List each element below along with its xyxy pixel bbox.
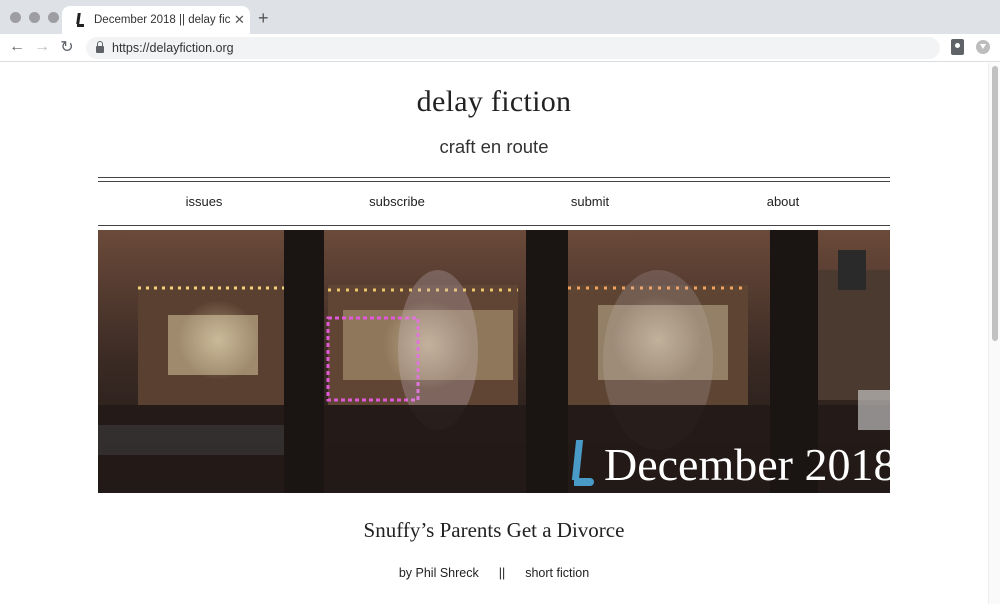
nav-submit-link[interactable]: submit [571,194,609,209]
forward-button[interactable]: → [32,37,52,57]
author-link[interactable]: by Phil Shreck [399,566,479,580]
article-title-link[interactable]: Snuffy’s Parents Get a Divorce [0,518,988,543]
nav-about-link[interactable]: about [767,194,800,209]
download-icon[interactable] [976,40,990,54]
byline-separator: || [498,566,506,580]
close-window-button[interactable] [10,12,21,23]
page-viewport: delay fiction craft en route issues subs… [0,63,1000,604]
back-button[interactable]: ← [7,37,27,57]
reload-button[interactable]: ↻ [57,37,77,57]
header-divider-top [98,177,890,178]
tab-close-icon[interactable]: ✕ [234,12,245,28]
tab-title: December 2018 || delay fiction [94,14,230,26]
site-nav: issues subscribe submit about [98,194,890,214]
maximize-window-button[interactable] [48,12,59,23]
site-tagline: craft en route [439,136,549,157]
site-title[interactable]: delay fiction [0,85,988,119]
issue-caption: December 2018 [568,430,890,490]
minimize-window-button[interactable] [29,12,40,23]
browser-tab-strip: December 2018 || delay fiction ✕ + [0,0,1000,34]
article-byline: by Phil Shreck || short fiction [0,566,988,580]
address-bar[interactable]: https://delayfiction.org [86,37,940,59]
nav-divider-bottom [98,225,890,226]
issue-title: December 2018 [604,439,890,490]
category-link[interactable]: short fiction [525,566,589,580]
delay-fiction-favicon-icon [72,12,86,28]
lock-icon [96,41,104,53]
scrollbar-thumb[interactable] [992,66,998,341]
nav-subscribe-link[interactable]: subscribe [369,194,425,209]
new-tab-button[interactable]: + [258,8,269,29]
clipboard-icon[interactable] [951,39,964,55]
url-text: https://delayfiction.org [112,41,234,55]
window-controls [10,12,59,23]
browser-tab-active[interactable]: December 2018 || delay fiction ✕ [62,6,250,34]
delay-fiction-logo-icon [568,440,594,490]
issue-cover-image[interactable]: December 2018 [98,230,890,493]
nav-issues-link[interactable]: issues [186,194,223,209]
browser-toolbar: ← → ↻ https://delayfiction.org [0,34,1000,62]
header-divider-top-second [98,181,890,182]
page-scrollbar[interactable] [988,63,1000,604]
